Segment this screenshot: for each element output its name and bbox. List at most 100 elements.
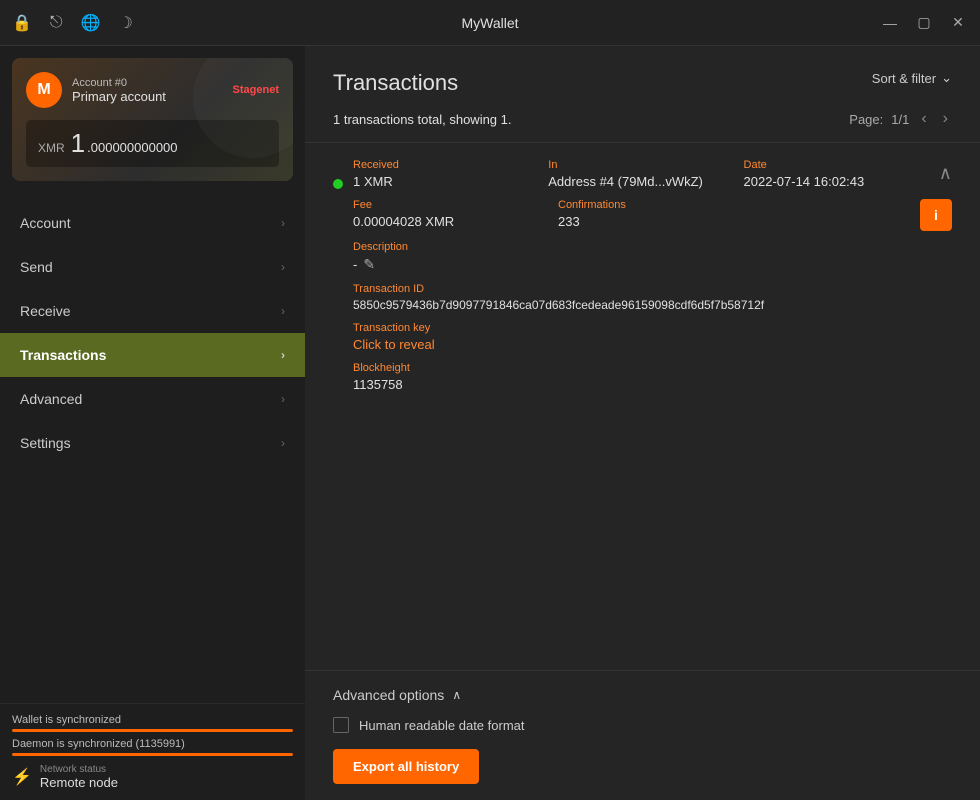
exit-icon[interactable]: ⎋: [50, 14, 63, 32]
advanced-options-section: Advanced options ∧ Human readable date f…: [305, 670, 980, 800]
tx-fee-field: Fee 0.00004028 XMR: [353, 199, 542, 231]
lock-icon[interactable]: 🔒: [12, 13, 32, 33]
moon-icon[interactable]: ☽: [119, 13, 133, 33]
pagination-controls: Page: 1/1 ‹ ›: [849, 108, 952, 130]
sort-filter-label: Sort & filter: [872, 71, 936, 86]
table-row: Received 1 XMR In Address #4 (79Md...vWk…: [305, 142, 980, 408]
tx-id-value: 5850c9579436b7d9097791846ca07d683fcedead…: [353, 298, 952, 312]
chevron-right-icon: ›: [281, 304, 285, 318]
wallet-sync-fill: [12, 729, 293, 732]
tx-description-value: -: [353, 257, 357, 272]
wallet-sync-bar: [12, 729, 293, 732]
balance-integer: 1: [71, 128, 85, 159]
edit-description-icon[interactable]: ✎: [363, 256, 375, 273]
tx-date-field: Date 2022-07-14 16:02:43: [744, 159, 931, 189]
chevron-right-icon: ›: [281, 392, 285, 406]
tx-blockheight-field: Blockheight 1135758: [353, 362, 952, 392]
daemon-sync-item: Daemon is synchronized (1135991): [12, 738, 293, 756]
sidebar-item-account[interactable]: Account ›: [0, 201, 305, 245]
date-format-checkbox[interactable]: [333, 717, 349, 733]
page-label: Page:: [849, 112, 883, 127]
tx-fee-label: Fee: [353, 199, 542, 211]
globe-icon[interactable]: 🌐: [81, 13, 101, 33]
tx-date-label: Date: [744, 159, 931, 171]
main-layout: M Account #0 Primary account Stagenet XM…: [0, 46, 980, 800]
tx-confirmations-field: Confirmations 233: [558, 199, 747, 231]
titlebar-left: 🔒 ⎋ 🌐 ☽: [12, 13, 133, 33]
sidebar-item-transactions[interactable]: Transactions ›: [0, 333, 305, 377]
tx-details: Fee 0.00004028 XMR Confirmations 233 i: [353, 199, 952, 392]
tx-status-dot: [333, 179, 343, 189]
account-card: M Account #0 Primary account Stagenet XM…: [12, 58, 293, 181]
tx-key-value[interactable]: Click to reveal: [353, 337, 952, 352]
transaction-list: Received 1 XMR In Address #4 (79Md...vWk…: [305, 142, 980, 670]
tx-amount: 1 XMR: [353, 174, 540, 189]
tx-confirmations-value: 233: [558, 214, 747, 229]
sidebar-item-receive[interactable]: Receive ›: [0, 289, 305, 333]
sort-filter-button[interactable]: Sort & filter ⌄: [872, 70, 952, 86]
info-badge[interactable]: i: [920, 199, 952, 231]
main-content: Transactions Sort & filter ⌄ 1 transacti…: [305, 46, 980, 800]
collapse-button[interactable]: ∧: [939, 163, 952, 189]
chevron-right-icon: ›: [281, 436, 285, 450]
tx-info-badge-cell: i: [763, 199, 952, 231]
balance-decimal: .000000000000: [87, 140, 177, 155]
page-prev-button[interactable]: ‹: [917, 108, 930, 130]
tx-blockheight-label: Blockheight: [353, 362, 952, 374]
tx-item-header: Received 1 XMR In Address #4 (79Md...vWk…: [353, 159, 952, 189]
sidebar-item-advanced-label: Advanced: [20, 391, 82, 407]
tx-fee-value: 0.00004028 XMR: [353, 214, 542, 229]
tx-id-field: Transaction ID 5850c9579436b7d9097791846…: [353, 283, 952, 312]
tx-id-label: Transaction ID: [353, 283, 952, 295]
tx-description-field: Description - ✎: [353, 241, 952, 273]
sidebar-item-advanced[interactable]: Advanced ›: [0, 377, 305, 421]
sidebar-item-settings[interactable]: Settings ›: [0, 421, 305, 465]
description-row: - ✎: [353, 256, 952, 273]
page-value: 1/1: [891, 112, 909, 127]
date-format-label: Human readable date format: [359, 718, 524, 733]
sidebar-item-settings-label: Settings: [20, 435, 71, 451]
tx-key-label: Transaction key: [353, 322, 952, 334]
tx-count-suffix: .: [508, 112, 512, 127]
page-next-button[interactable]: ›: [939, 108, 952, 130]
pagination-row: 1 transactions total, showing 1. Page: 1…: [305, 108, 980, 142]
account-number: Account #0: [72, 77, 223, 89]
network-status: ⚡ Network status Remote node: [12, 764, 293, 790]
account-info: Account #0 Primary account: [72, 77, 223, 104]
tx-address: Address #4 (79Md...vWkZ): [548, 174, 735, 189]
page-title: Transactions: [333, 70, 458, 96]
advanced-options-toggle[interactable]: Advanced options ∧: [333, 687, 952, 703]
monero-logo-letter: M: [37, 81, 50, 99]
minimize-button[interactable]: —: [880, 13, 900, 33]
tx-blockheight-value: 1135758: [353, 377, 952, 392]
maximize-button[interactable]: ▢: [914, 13, 934, 33]
sidebar-item-transactions-label: Transactions: [20, 347, 106, 363]
sidebar: M Account #0 Primary account Stagenet XM…: [0, 46, 305, 800]
sidebar-item-send-label: Send: [20, 259, 53, 275]
titlebar-right: — ▢ ✕: [880, 13, 968, 33]
account-name: Primary account: [72, 89, 223, 104]
sidebar-item-account-label: Account: [20, 215, 71, 231]
daemon-sync-bar: [12, 753, 293, 756]
chevron-right-icon: ›: [281, 216, 285, 230]
sidebar-item-receive-label: Receive: [20, 303, 71, 319]
tx-count-prefix: 1 transactions total, showing: [333, 112, 501, 127]
app-title: MyWallet: [461, 15, 518, 31]
chevron-up-icon: ∧: [452, 688, 461, 702]
network-status-label: Network status: [40, 764, 118, 775]
export-history-button[interactable]: Export all history: [333, 749, 479, 784]
monero-logo: M: [26, 72, 62, 108]
tx-type-field: Received 1 XMR: [353, 159, 540, 189]
close-button[interactable]: ✕: [948, 13, 968, 33]
advanced-options-label: Advanced options: [333, 687, 444, 703]
tx-date-value: 2022-07-14 16:02:43: [744, 174, 931, 189]
wallet-sync-label: Wallet is synchronized: [12, 714, 293, 726]
tx-type-label: Received: [353, 159, 540, 171]
tx-confirmations-label: Confirmations: [558, 199, 747, 211]
lightning-icon: ⚡: [12, 767, 32, 787]
sidebar-item-send[interactable]: Send ›: [0, 245, 305, 289]
wallet-sync-item: Wallet is synchronized: [12, 714, 293, 732]
tx-count-showing: 1: [501, 112, 508, 127]
tx-row-header: Received 1 XMR In Address #4 (79Md...vWk…: [333, 159, 952, 392]
tx-key-field: Transaction key Click to reveal: [353, 322, 952, 352]
